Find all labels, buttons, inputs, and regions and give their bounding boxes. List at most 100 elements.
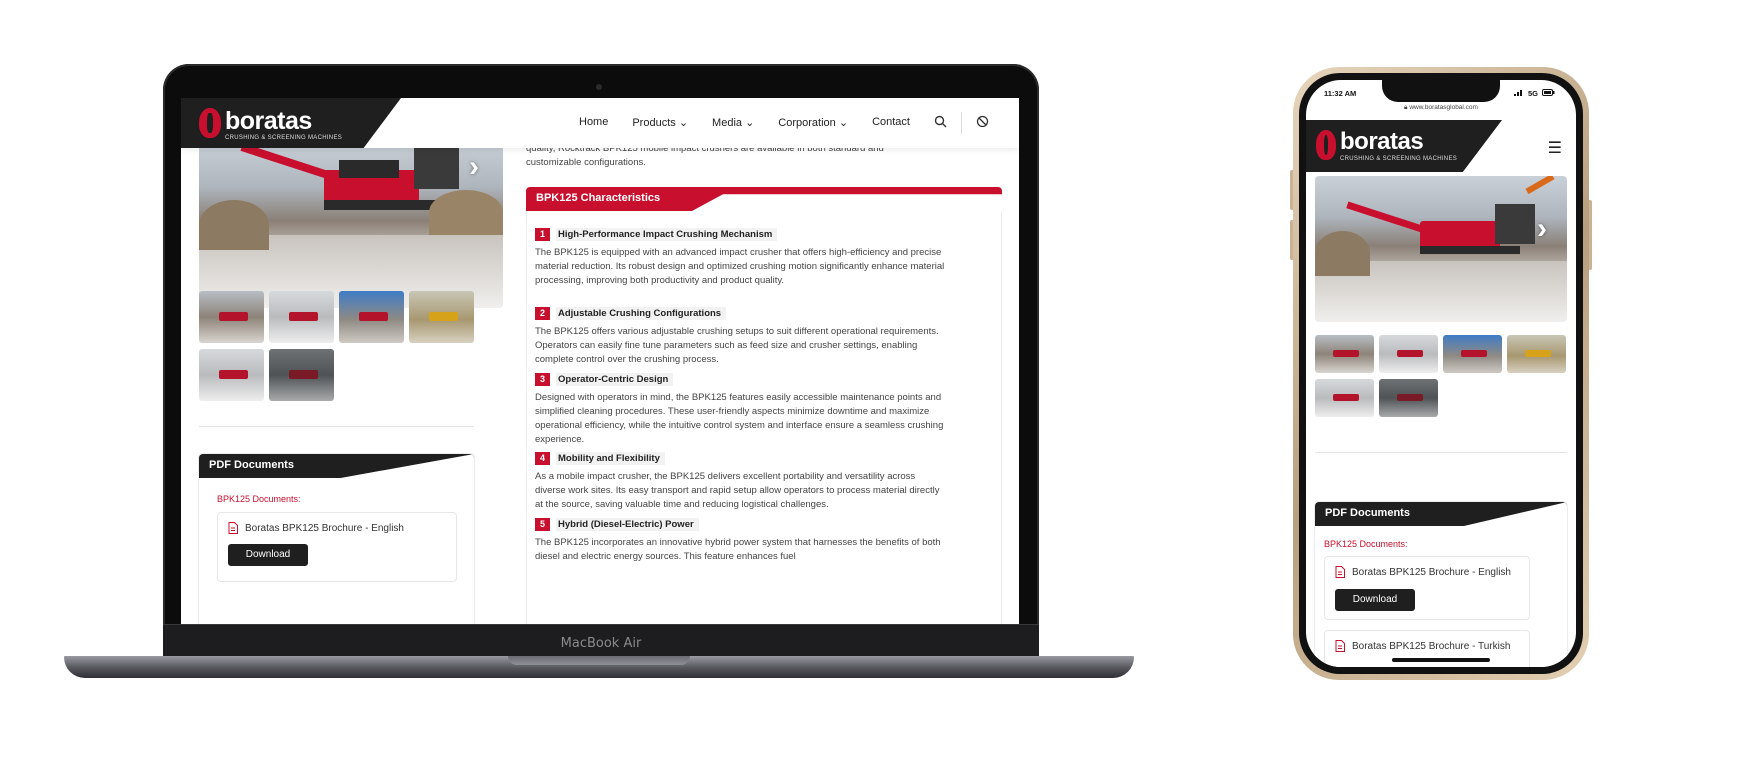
logo-tagline: CRUSHING & SCREENING MACHINES <box>1340 156 1458 162</box>
pdf-item: Boratas BPK125 Brochure - English Downlo… <box>1324 556 1530 620</box>
thumbnail[interactable] <box>269 291 334 343</box>
nav-media[interactable]: Media ⌄ <box>712 116 754 129</box>
pdf-file-icon <box>1335 566 1345 581</box>
logo-mark-icon <box>1316 130 1336 160</box>
url-text: www.boratasglobal.com <box>1409 104 1478 111</box>
phone-notch <box>1382 80 1500 102</box>
feature-description: The BPK125 incorporates an innovative hy… <box>535 537 941 562</box>
status-time: 11:32 AM <box>1324 89 1357 98</box>
pdf-file-icon <box>1335 640 1345 655</box>
chevron-down-icon: ⌄ <box>745 117 755 129</box>
next-arrow-icon[interactable]: › <box>1537 212 1547 246</box>
signal-icon <box>1514 89 1524 98</box>
thumbnail[interactable] <box>199 349 264 401</box>
battery-icon <box>1542 89 1555 98</box>
thumbnail[interactable] <box>1443 335 1502 373</box>
nav-products[interactable]: Products ⌄ <box>632 116 688 129</box>
thumbnail[interactable] <box>1507 335 1566 373</box>
logo-wordmark: boratas <box>225 107 312 135</box>
nav-contact-label: Contact <box>872 116 910 128</box>
feature-number: 5 <box>535 518 550 531</box>
feature-description: The BPK125 offers various adjustable cru… <box>535 326 939 365</box>
chevron-down-icon: ⌄ <box>678 117 689 129</box>
nav-products-label: Products <box>632 117 676 129</box>
logo-wordmark: boratas <box>1340 128 1424 155</box>
feature-title: High-Performance Impact Crushing Mechani… <box>556 228 778 241</box>
phone-screen: 11:32 AM 5G 🔒︎ www.boratasglobal.com bor… <box>1306 80 1576 667</box>
feature-title: Operator-Centric Design <box>556 373 674 386</box>
feature-description: The BPK125 is equipped with an advanced … <box>535 247 945 286</box>
thumbnail[interactable] <box>1379 379 1438 417</box>
feature-item: 2 Adjustable Crushing Configurations The … <box>535 303 945 367</box>
lock-icon: 🔒︎ <box>1404 104 1408 111</box>
status-icons: 5G <box>1514 89 1555 98</box>
pdf-file-name: Boratas BPK125 Brochure - English <box>1352 567 1511 578</box>
hamburger-icon[interactable]: ☰ <box>1548 138 1562 158</box>
machine-tracks <box>1420 246 1520 254</box>
chevron-down-icon: ⌄ <box>838 117 849 129</box>
machine-body <box>1420 221 1500 249</box>
feature-item: 5 Hybrid (Diesel-Electric) Power The BPK1… <box>535 514 945 564</box>
feature-title: Adjustable Crushing Configurations <box>556 307 727 320</box>
thumbnail[interactable] <box>1315 379 1374 417</box>
thumbnail[interactable] <box>199 291 264 343</box>
gravel-pile <box>1315 231 1370 276</box>
feature-number: 3 <box>535 373 550 386</box>
search-icon[interactable] <box>934 115 947 131</box>
download-button[interactable]: Download <box>1335 589 1415 611</box>
thumbnail[interactable] <box>1379 335 1438 373</box>
thumbnail-grid <box>199 291 474 401</box>
nav-corporation-label: Corporation <box>778 117 836 129</box>
product-main-image[interactable]: › <box>1315 176 1567 322</box>
header-separator <box>961 112 962 134</box>
site-header: boratas CRUSHING & SCREENING MACHINES Ho… <box>181 98 1019 148</box>
feature-description: As a mobile impact crusher, the BPK125 d… <box>535 471 940 510</box>
pdf-subtitle: BPK125 Documents: <box>217 494 301 504</box>
machine-hopper <box>1495 204 1535 244</box>
product-main-image[interactable]: › <box>199 140 503 308</box>
globe-icon[interactable] <box>976 115 989 131</box>
characteristics-title: BPK125 Characteristics <box>536 192 661 204</box>
home-indicator <box>1392 658 1490 662</box>
excavator-arm <box>1525 176 1555 195</box>
pdf-file-name: Boratas BPK125 Brochure - Turkish <box>1352 641 1511 652</box>
network-type: 5G <box>1528 89 1539 98</box>
machine-hopper <box>414 145 459 189</box>
laptop-screen: boratas CRUSHING & SCREENING MACHINES Ho… <box>181 98 1019 624</box>
feature-number: 4 <box>535 452 550 465</box>
feature-item: 3 Operator-Centric Design Designed with o… <box>535 369 945 447</box>
address-bar[interactable]: 🔒︎ www.boratasglobal.com <box>1306 104 1576 112</box>
feature-item: 1 High-Performance Impact Crushing Mechan… <box>535 224 945 288</box>
divider <box>199 426 474 427</box>
nav-home-label: Home <box>579 116 609 128</box>
nav-home[interactable]: Home <box>579 116 608 129</box>
gravel-pile <box>199 200 269 250</box>
divider <box>1315 452 1567 453</box>
thumbnail[interactable] <box>339 291 404 343</box>
header-icons <box>934 112 989 134</box>
machine-tracks <box>324 200 444 210</box>
thumbnail[interactable] <box>1315 335 1374 373</box>
feature-description: Designed with operators in mind, the BPK… <box>535 392 944 445</box>
thumbnail[interactable] <box>269 349 334 401</box>
nav-contact[interactable]: Contact <box>872 116 910 129</box>
feature-title: Mobility and Flexibility <box>556 452 665 465</box>
pdf-documents-card: PDF Documents BPK125 Documents: Boratas … <box>1315 502 1567 667</box>
nav-media-label: Media <box>712 117 743 129</box>
pdf-subtitle: BPK125 Documents: <box>1324 539 1408 549</box>
logo-mark-icon <box>199 108 221 138</box>
feature-number: 2 <box>535 307 550 320</box>
nav-corporation[interactable]: Corporation ⌄ <box>778 116 848 129</box>
pdf-file-name: Boratas BPK125 Brochure - English <box>245 523 404 534</box>
camera-icon <box>596 84 602 90</box>
device-label: MacBook Air <box>560 636 642 651</box>
pdf-documents-card: PDF Documents BPK125 Documents: Boratas … <box>199 454 474 624</box>
download-button[interactable]: Download <box>228 544 308 566</box>
thumbnail-grid <box>1315 335 1566 417</box>
thumbnail[interactable] <box>409 291 474 343</box>
pdf-item: Boratas BPK125 Brochure - English Downlo… <box>217 512 457 582</box>
next-arrow-icon[interactable]: › <box>469 150 479 184</box>
pdf-file-icon <box>228 522 238 537</box>
feature-number: 1 <box>535 228 550 241</box>
feature-item: 4 Mobility and Flexibility As a mobile im… <box>535 448 945 512</box>
